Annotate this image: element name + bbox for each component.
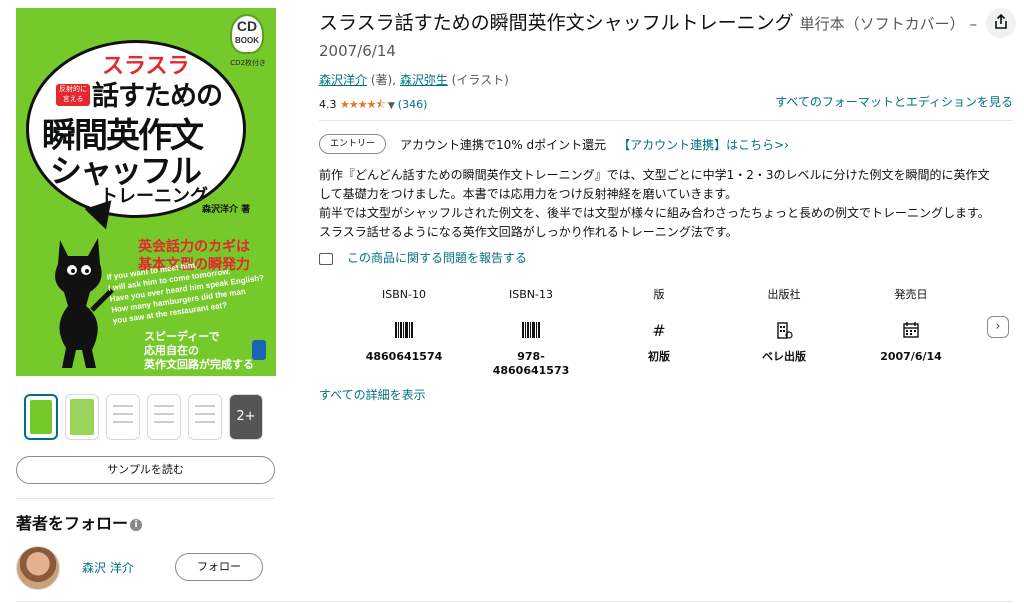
detail-label: 出版社	[767, 288, 801, 301]
all-formats-link[interactable]: すべてのフォーマットとエディションを見る	[775, 93, 1013, 110]
barcode-icon	[476, 318, 586, 342]
cover-white-text: スピーディーで 応用自在の 英作文回路が完成する	[144, 330, 254, 372]
detail-isbn10: ISBN-10 4860641574	[349, 286, 459, 364]
detail-label: ISBN-13	[509, 288, 553, 301]
see-all-details-link[interactable]: すべての詳細を表示	[319, 386, 426, 403]
cover-cd-text: CD	[236, 18, 258, 34]
byline: 森沢洋介 (著), 森沢弥生 (イラスト)	[319, 71, 509, 88]
barcode-icon	[349, 318, 459, 342]
detail-label: 発売日	[894, 288, 928, 301]
detail-edition: 版 # 初版	[604, 286, 714, 364]
calendar-icon	[856, 318, 966, 342]
illustrator-role: (イラスト)	[447, 73, 509, 87]
author-role: (著),	[367, 73, 400, 87]
thumbnail-cover[interactable]	[24, 394, 58, 440]
product-format: 単行本（ソフトカバー）	[799, 15, 965, 33]
author-avatar[interactable]	[16, 546, 60, 590]
left-column: CD BOOK CD2枚付き スラスラ 反射的に言える 話すための 瞬間英作文 …	[0, 0, 290, 604]
author-link[interactable]: 森沢洋介	[319, 73, 367, 87]
share-icon	[995, 13, 1007, 29]
thumbnail-page[interactable]	[188, 394, 222, 440]
promo-text: アカウント連携で10% dポイント還元	[400, 137, 607, 152]
chevron-down-icon[interactable]: ▼	[388, 101, 395, 111]
read-sample-button[interactable]: サンプルを読む	[16, 456, 275, 484]
product-details-column: スラスラ話すための瞬間英作文シャッフルトレーニング 単行本（ソフトカバー） – …	[319, 0, 1024, 604]
entry-badge[interactable]: エントリー	[319, 134, 387, 154]
product-title-block: スラスラ話すための瞬間英作文シャッフルトレーニング 単行本（ソフトカバー） – …	[319, 10, 979, 64]
detail-value: 4860641574	[365, 350, 443, 363]
detail-value: 2007/6/14	[880, 350, 942, 363]
detail-publisher: 出版社 ベレ出版	[729, 286, 839, 364]
product-details-carousel: ISBN-10 4860641574 ISBN-13 978- 48606415…	[319, 286, 1024, 378]
star-rating-icon[interactable]: ★★★★⯪	[340, 98, 386, 111]
detail-label: ISBN-10	[382, 288, 426, 301]
promo-row: エントリー アカウント連携で10% dポイント還元 【アカウント連携】はこちら>›	[319, 134, 789, 158]
thumbnail-page[interactable]	[106, 394, 140, 440]
follow-author-title: 著者をフォロー	[16, 514, 129, 533]
divider	[319, 120, 1013, 121]
book-cover-image[interactable]: CD BOOK CD2枚付き スラスラ 反射的に言える 話すための 瞬間英作文 …	[16, 8, 276, 376]
cover-white-line3: 英作文回路が完成する	[144, 358, 254, 371]
detail-value: 978- 4860641573	[492, 350, 570, 377]
divider	[16, 498, 275, 499]
share-button[interactable]	[986, 8, 1016, 38]
detail-value: 初版	[648, 350, 670, 363]
cover-white-line2: 応用自在の	[144, 344, 199, 357]
description-line: 前作『どんどん話すための瞬間英作文トレーニング』では、文型ごとに中学1・2・3の…	[319, 168, 990, 182]
cover-book-text: BOOK	[235, 36, 259, 45]
thumbnail-back[interactable]	[65, 394, 99, 440]
description-line: して基礎力をつけました。本書では応用力をつけ反射神経を磨いていきます。	[319, 187, 738, 201]
cover-white-line1: スピーディーで	[144, 330, 220, 343]
report-issue-text: この商品に関する問題を報告する	[347, 251, 528, 265]
building-icon	[729, 318, 839, 342]
hash-icon: #	[652, 320, 666, 340]
account-link[interactable]: 【アカウント連携】はこちら>›	[618, 138, 789, 152]
author-name-link[interactable]: 森沢 洋介	[82, 559, 134, 576]
detail-label: 版	[653, 288, 665, 301]
divider	[16, 601, 1013, 602]
thumbnail-more[interactable]: 2+	[229, 394, 263, 440]
feedback-icon	[319, 252, 333, 265]
cover-cd-note: CD2枚付き	[230, 59, 266, 67]
cover-cd-badge: CD BOOK	[230, 14, 264, 54]
product-title: スラスラ話すための瞬間英作文シャッフルトレーニング	[319, 12, 794, 34]
rating-summary: 4.3 ★★★★⯪ ▼ (346)	[319, 96, 427, 115]
publisher-logo	[252, 340, 266, 360]
cover-author: 森沢洋介 著	[202, 205, 251, 215]
cover-english-examples: If you want to meet him, I will ask him …	[106, 250, 268, 326]
chevron-right-icon[interactable]: ›	[987, 316, 1009, 338]
rating-count-link[interactable]: (346)	[398, 98, 428, 111]
info-icon[interactable]: i	[130, 518, 143, 531]
book-description: 前作『どんどん話すための瞬間英作文トレーニング』では、文型ごとに中学1・2・3の…	[319, 166, 1019, 242]
illustrator-link[interactable]: 森沢弥生	[400, 73, 448, 87]
detail-release-date: 発売日 2007/6/14	[856, 286, 966, 364]
follow-button[interactable]: フォロー	[175, 553, 263, 581]
detail-isbn13: ISBN-13 978- 4860641573	[476, 286, 586, 378]
rating-value: 4.3	[319, 98, 337, 111]
report-issue-link[interactable]: この商品に関する問題を報告する	[319, 249, 527, 266]
cover-hanshateki-badge: 反射的に言える	[56, 84, 90, 106]
description-line: スラスラ話せるようになる英作文回路がしっかり作れるトレーニング法です。	[319, 225, 738, 239]
cover-cat-illustration	[55, 238, 114, 368]
cover-title-line4: トレーニング	[100, 186, 208, 207]
description-line: 前半では文型がシャッフルされた例文を、後半では文型が様々に組み合わさったちょっと…	[319, 206, 990, 220]
thumbnail-page[interactable]	[147, 394, 181, 440]
detail-value: ベレ出版	[762, 350, 806, 363]
follow-author-heading: 著者をフォロー i	[16, 510, 143, 534]
